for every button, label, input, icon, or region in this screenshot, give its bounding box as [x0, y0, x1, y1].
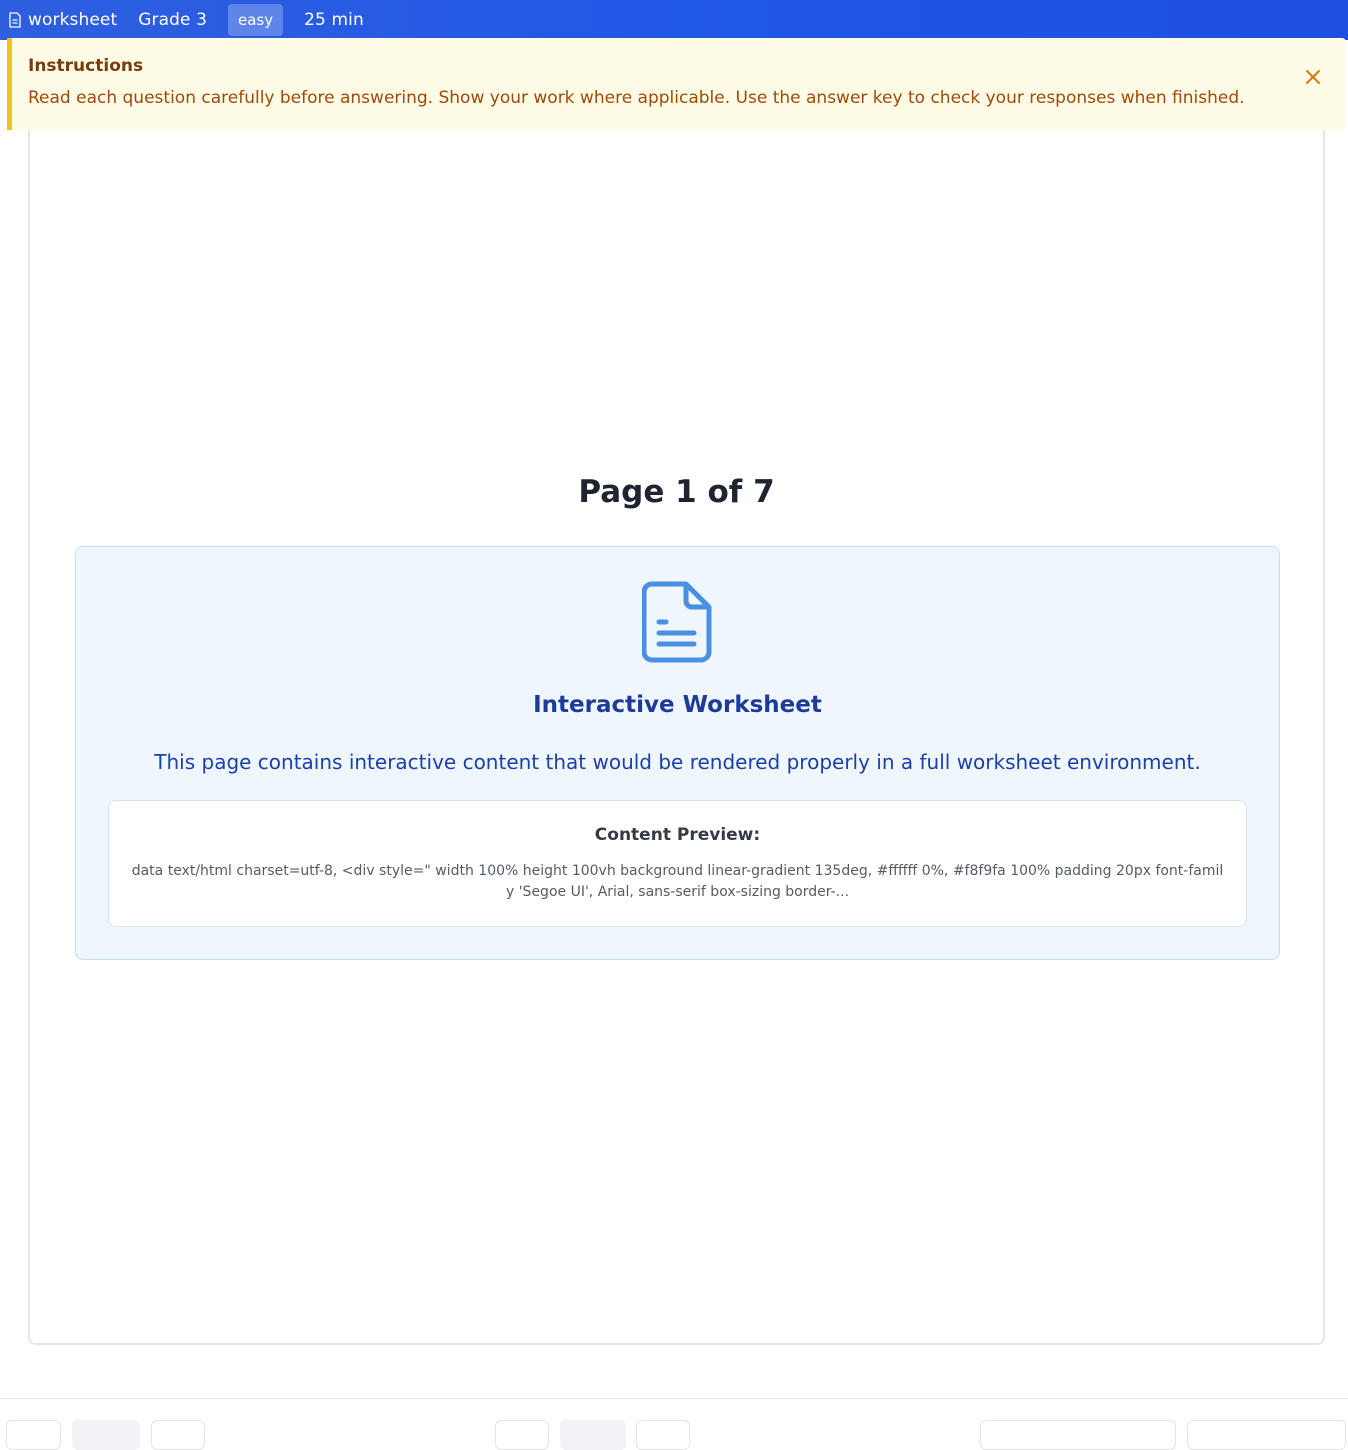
- worksheet-type-label: worksheet: [28, 10, 118, 30]
- instructions-banner: Instructions Read each question carefull…: [7, 38, 1346, 130]
- toolbar-button[interactable]: [151, 1420, 205, 1450]
- close-icon[interactable]: [1304, 68, 1322, 86]
- duration-label: 25 min: [304, 10, 364, 30]
- toolbar-button[interactable]: [1187, 1420, 1346, 1450]
- interactive-content-box: Interactive Worksheet This page contains…: [75, 546, 1280, 960]
- instructions-title: Instructions: [28, 56, 144, 76]
- toolbar-button[interactable]: [72, 1420, 140, 1450]
- page-number-field[interactable]: [560, 1420, 626, 1450]
- previous-page-button[interactable]: [495, 1420, 549, 1450]
- document-icon: [9, 12, 21, 28]
- content-preview: Content Preview: data text/html charset=…: [108, 800, 1247, 927]
- worksheet-page: Page 1 of 7 Interactive Worksheet This p…: [28, 110, 1325, 1345]
- document-icon: [642, 581, 712, 663]
- page-indicator: Page 1 of 7: [578, 474, 775, 510]
- instructions-body: Read each question carefully before answ…: [28, 88, 1245, 108]
- top-bar: worksheet Grade 3 easy 25 min: [0, 0, 1348, 40]
- interactive-heading: Interactive Worksheet: [533, 692, 822, 718]
- toolbar-button[interactable]: [980, 1420, 1176, 1450]
- content-preview-title: Content Preview:: [594, 825, 761, 845]
- bottom-toolbar: [0, 1398, 1348, 1450]
- toolbar-button[interactable]: [6, 1420, 61, 1450]
- next-page-button[interactable]: [636, 1420, 690, 1450]
- grade-label: Grade 3: [138, 10, 208, 30]
- content-preview-text: data text/html charset=utf-8, <div style…: [131, 863, 1224, 900]
- difficulty-badge: easy: [228, 4, 284, 36]
- interactive-description: This page contains interactive content t…: [154, 750, 1201, 774]
